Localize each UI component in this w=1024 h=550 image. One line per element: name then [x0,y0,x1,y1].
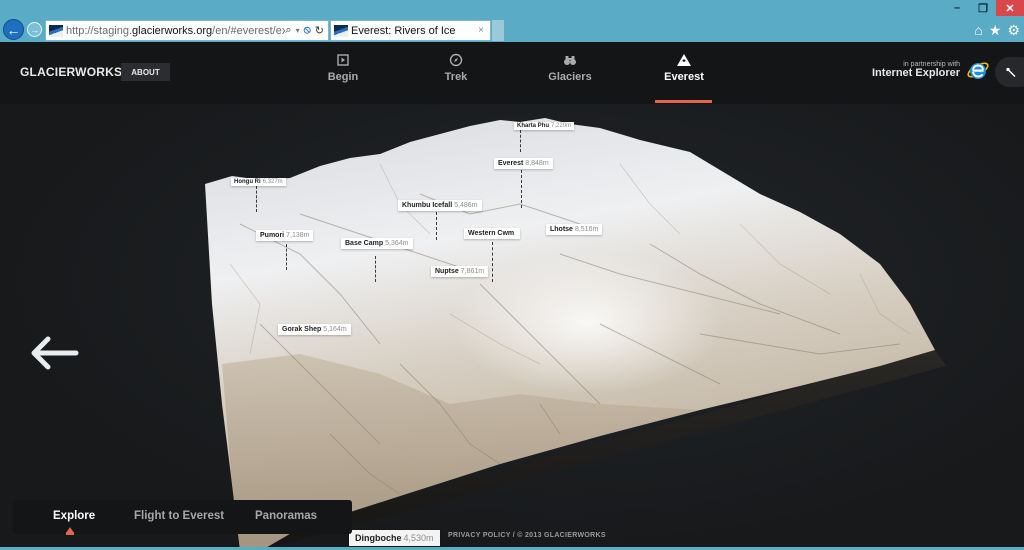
leader-line [256,186,257,212]
arrow-left-icon: ← [6,21,21,38]
settings-gear-icon[interactable]: ⚙ [1007,22,1020,39]
mode-tab-flight-to-everest[interactable]: Flight to Everest [134,510,224,522]
map-label-gorak-shep[interactable]: Gorak Shep 5,164m [278,324,351,335]
nav-trek[interactable]: Trek [411,52,501,83]
label-elevation: 5,164m [323,326,347,333]
new-tab-button[interactable] [492,20,504,41]
label-name: Western Cwm [468,230,515,237]
label-elevation: 5,486m [454,202,478,209]
mode-tab-panoramas[interactable]: Panoramas [255,510,317,522]
mode-tab-bar: Explore Flight to Everest Panoramas [13,500,352,534]
wrench-icon [1006,68,1016,77]
map-label-khumbu-icefall[interactable]: Khumbu Icefall 5,486m [398,200,482,211]
label-name: Lhotse [550,226,573,233]
leader-line [436,212,437,240]
label-name: Hongu Ri [234,179,261,185]
minimize-button[interactable]: – [944,0,970,16]
address-bar[interactable]: http://staging.glacierworks.org/en/#ever… [45,20,329,41]
window-controls: – ❐ ✕ [944,0,1024,16]
map-label-base-camp[interactable]: Base Camp 5,364m [341,238,413,249]
tab-title: Everest: Rivers of Ice [351,24,456,37]
url-text[interactable]: http://staging.glacierworks.org/en/#ever… [66,25,285,37]
label-name: Gorak Shep [282,326,322,333]
label-name: Everest [498,160,524,167]
label-elevation: 5,364m [385,240,409,247]
home-icon[interactable]: ⌂ [974,22,982,39]
map-label-kharta-phu[interactable]: Kharta Phu 7,220m [514,122,575,130]
label-name: Dingboche [355,533,402,543]
close-tab-icon[interactable]: × [478,25,484,36]
active-mode-indicator-base [66,532,74,535]
label-elevation: 7,138m [286,232,310,239]
url-domain: glacierworks.org [132,24,213,37]
leader-line [521,170,522,208]
label-elevation: 4,530m [403,533,434,543]
brand-logo[interactable]: GLACIERWORKS [20,65,122,79]
refresh-icon[interactable]: ↻ [315,24,324,37]
active-nav-indicator [655,100,712,103]
nav-trek-label: Trek [444,71,468,83]
map-label-pumori[interactable]: Pumori 7,138m [256,230,314,241]
nav-everest-label: Everest [664,71,704,83]
close-window-button[interactable]: ✕ [996,0,1024,16]
tab-favicon-icon [334,24,348,37]
site-favicon-icon [49,24,63,37]
terrain-3d-map[interactable] [0,104,1024,550]
map-label-nuptse[interactable]: Nuptse 7,861m [431,266,489,277]
browser-tab[interactable]: Everest: Rivers of Ice × [330,20,491,41]
arrow-left-icon[interactable] [30,335,80,371]
play-square-icon [337,54,349,66]
stop-icon[interactable]: ⦸ [304,24,311,37]
back-button[interactable]: ← [3,19,24,40]
about-button[interactable]: ABOUT [121,63,170,81]
leader-line [492,242,493,282]
partner-name: Internet Explorer [872,67,961,79]
partner-credit: in partnership with Internet Explorer [872,61,960,79]
leader-line [520,130,521,152]
map-label-dingboche[interactable]: Dingboche 4,530m [349,530,440,546]
footer-privacy-copyright[interactable]: PRIVACY POLICY / © 2013 GLACIERWORKS [448,532,606,539]
map-stage[interactable]: Kharta Phu 7,220m Everest 8,848m Hongu Ri 6… [0,104,1024,550]
browser-chrome: – ❐ ✕ ← → http://staging.glacierworks.or… [0,0,1024,42]
chevron-down-icon[interactable]: ▾ [296,26,300,35]
label-name: Pumori [260,232,285,239]
leader-line [286,244,287,270]
label-name: Base Camp [345,240,384,247]
favorites-star-icon[interactable]: ★ [989,22,1002,39]
label-elevation: 7,220m [551,123,572,129]
label-elevation: 8,848m [525,160,549,167]
label-name: Khumbu Icefall [402,202,453,209]
internet-explorer-logo-icon[interactable] [966,58,990,82]
forward-button[interactable]: → [27,22,42,37]
label-elevation: 7,861m [460,268,485,275]
label-elevation: 6,327m [262,179,283,185]
binoculars-icon [564,56,576,65]
label-elevation: 8,516m [574,226,599,233]
mode-tab-explore[interactable]: Explore [53,510,95,522]
compass-icon [449,53,463,67]
label-name: Nuptse [435,268,459,275]
map-label-western-cwm[interactable]: Western Cwm [464,228,521,239]
tools-button[interactable] [995,57,1024,87]
site-header: GLACIERWORKS ABOUT Begin Trek Glaciers E… [0,42,1024,104]
url-prefix: http://staging. [66,24,133,37]
mountain-icon [677,54,691,66]
map-label-everest[interactable]: Everest 8,848m [494,158,553,169]
restore-button[interactable]: ❐ [970,0,996,16]
nav-begin-label: Begin [327,71,359,83]
arrow-right-icon: → [30,24,39,35]
search-icon[interactable]: ⌕ [285,24,291,37]
nav-begin[interactable]: Begin [298,52,388,83]
leader-line [375,256,376,282]
map-label-hongu-ri[interactable]: Hongu Ri 6,327m [231,178,286,186]
nav-everest[interactable]: Everest [639,52,729,83]
map-label-lhotse[interactable]: Lhotse 8,516m [546,224,603,235]
nav-glaciers[interactable]: Glaciers [525,52,615,83]
label-name: Kharta Phu [517,123,550,129]
nav-glaciers-label: Glaciers [548,71,592,83]
url-suffix: /en/#everest/explc [212,24,286,37]
